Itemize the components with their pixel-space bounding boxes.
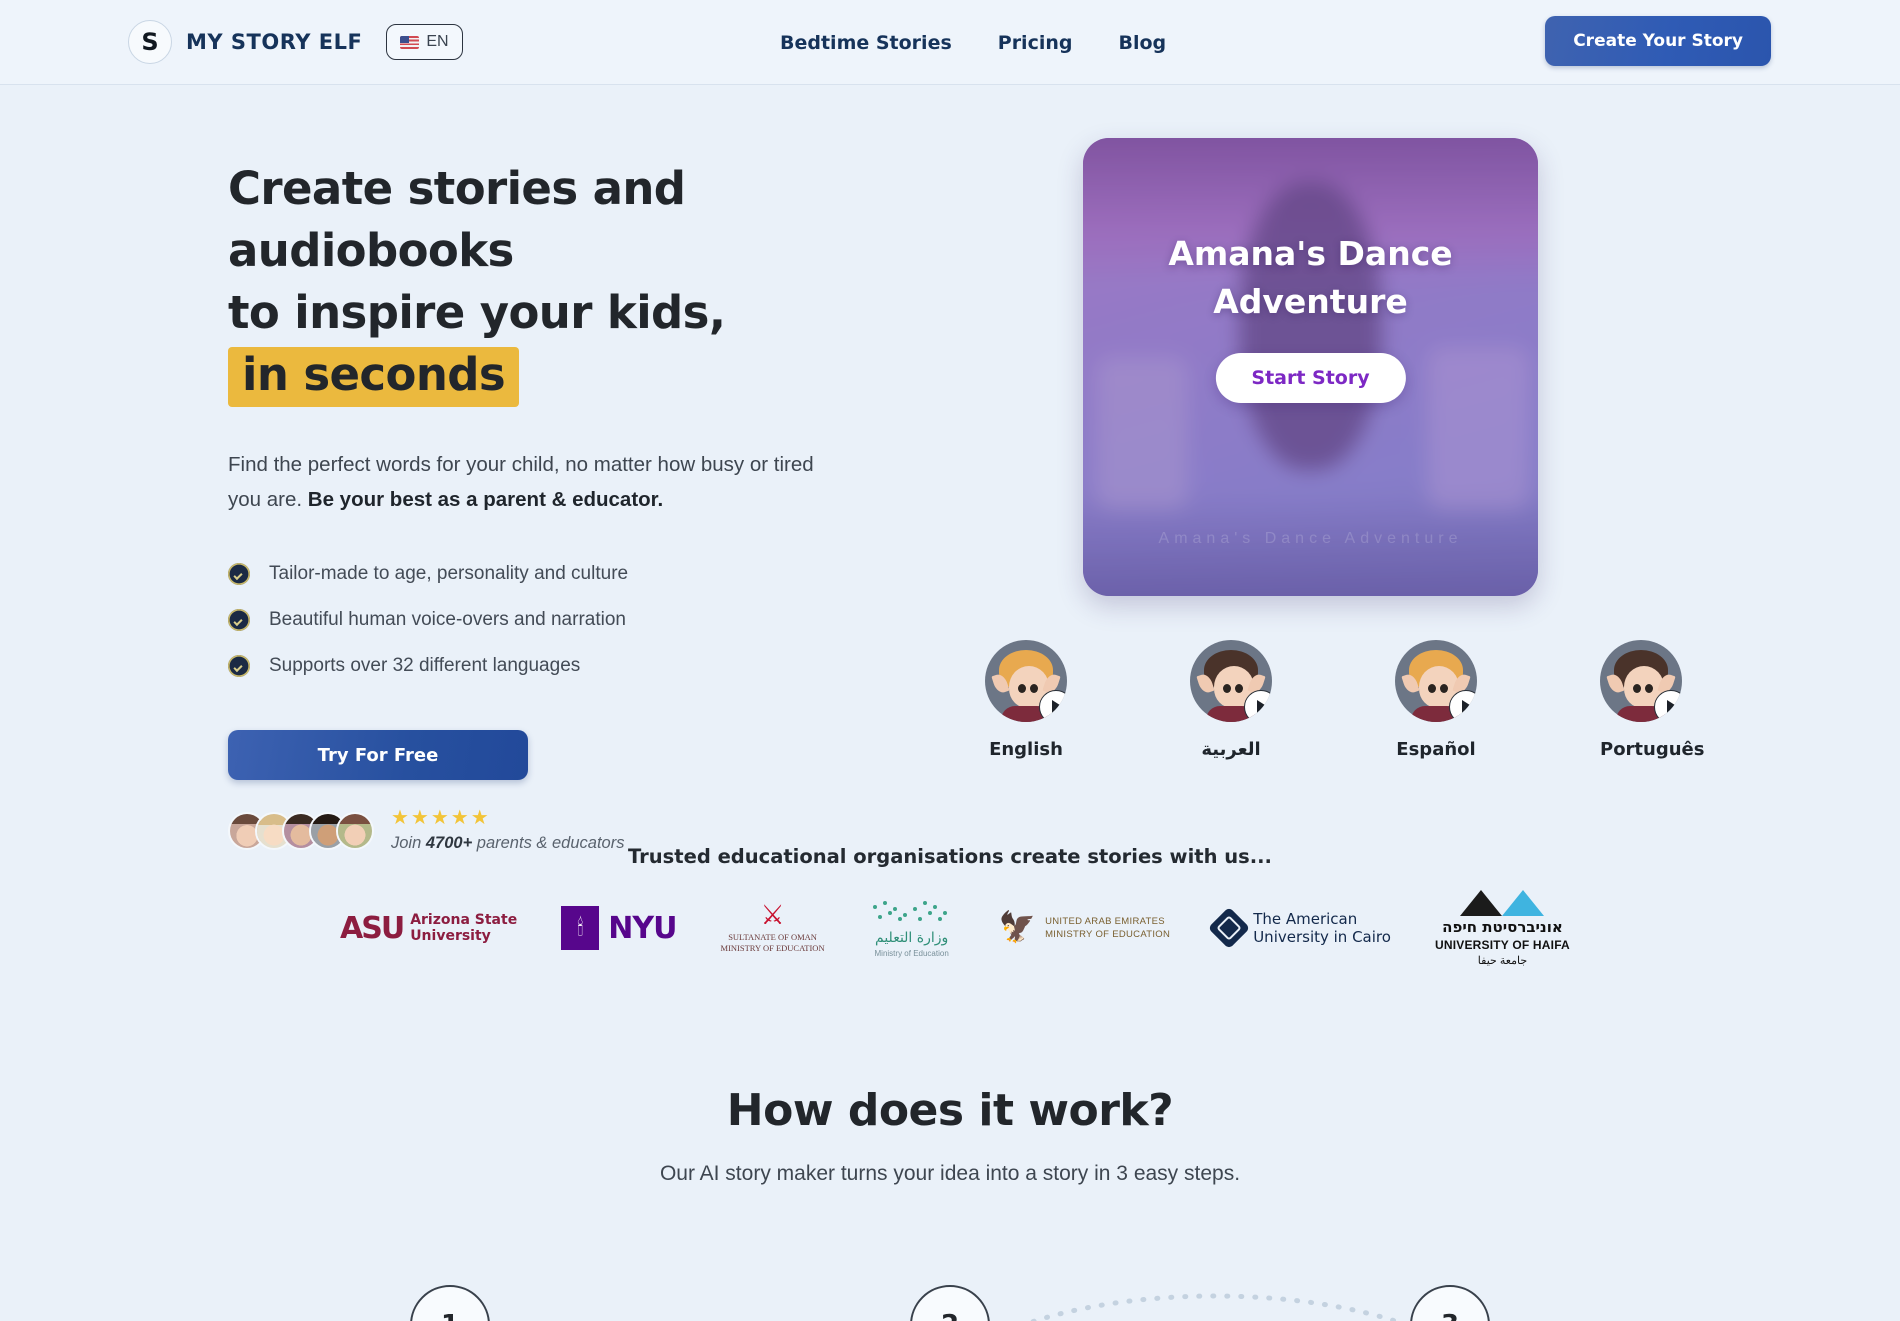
logo-oman-ministry-of-education: ⚔ SULTANATE OF OMAN MINISTRY OF EDUCATIO…: [721, 902, 825, 954]
language-code: EN: [426, 33, 449, 50]
story-ghost-caption: Amana's Dance Adventure: [1158, 530, 1463, 547]
headline-highlight: in seconds: [228, 347, 520, 407]
language-samples: English العربية Español Português: [985, 640, 1705, 760]
haifa-hebrew-label: אוניברסיטת חיפה: [1442, 917, 1563, 936]
oman-line-2: MINISTRY OF EDUCATION: [720, 943, 825, 953]
play-icon[interactable]: [1039, 690, 1067, 722]
ksa-arabic-label: وزارة التعليم: [875, 929, 949, 946]
language-option-english[interactable]: English: [985, 640, 1067, 760]
hero-left: Create stories and audiobooks to inspire…: [228, 158, 918, 853]
language-option-spanish[interactable]: Español: [1395, 640, 1477, 760]
avatar-stack: [228, 811, 374, 850]
trusted-heading: Trusted educational organisations create…: [628, 845, 1272, 868]
language-label: Português: [1600, 739, 1705, 760]
us-flag-icon: [400, 35, 420, 49]
elf-avatar: [985, 640, 1067, 722]
asu-label: Arizona State University: [410, 912, 517, 944]
ksa-dots-icon: [869, 899, 955, 927]
oman-crest-icon: ⚔: [760, 900, 785, 930]
landing-page: S MY STORY ELF EN Bedtime Stories Pricin…: [0, 0, 1900, 1321]
hero-subtitle-bold: Be your best as a parent & educator.: [307, 488, 664, 511]
uae-falcon-icon: 🦅: [998, 911, 1037, 944]
story-title: Amana's Dance Adventure: [1168, 234, 1453, 321]
play-icon[interactable]: [1449, 690, 1477, 722]
nyu-torch-icon: 🕯: [561, 906, 600, 950]
auc-line-2: University in Cairo: [1253, 928, 1391, 946]
nav-blog[interactable]: Blog: [1118, 32, 1166, 54]
how-it-works-steps: 1 2 3: [0, 1285, 1900, 1321]
check-circle-icon: [228, 609, 250, 631]
language-option-portuguese[interactable]: Português: [1600, 640, 1705, 760]
start-story-button[interactable]: Start Story: [1215, 353, 1406, 403]
brand[interactable]: S MY STORY ELF EN: [128, 20, 463, 64]
language-label: English: [989, 739, 1063, 760]
asu-line-1: Arizona State: [410, 912, 518, 928]
create-your-story-button[interactable]: Create Your Story: [1545, 16, 1771, 66]
logo-university-of-haifa: אוניברסיטת חיפה UNIVERSITY OF HAIFA جامع…: [1435, 889, 1570, 967]
step-number-2: 2: [910, 1285, 990, 1321]
how-it-works-subtitle: Our AI story maker turns your idea into …: [659, 1162, 1241, 1185]
feature-label: Tailor-made to age, personality and cult…: [269, 563, 629, 584]
page-title: Create stories and audiobooks to inspire…: [228, 158, 918, 407]
star-rating-icon: ★★★★★: [391, 807, 491, 829]
logo-uae-ministry-of-education: 🦅 UNITED ARAB EMIRATES MINISTRY OF EDUCA…: [999, 913, 1170, 943]
auc-label: The American University in Cairo: [1253, 910, 1391, 946]
avatar: [336, 811, 374, 850]
feature-item: Supports over 32 different languages: [228, 655, 918, 677]
feature-item: Tailor-made to age, personality and cult…: [228, 563, 918, 585]
partner-logos: ASU Arizona State University 🕯 NYU ⚔ SUL…: [340, 888, 1570, 968]
elf-avatar: [1600, 640, 1682, 722]
logo-american-university-in-cairo: The American University in Cairo: [1207, 906, 1391, 950]
featured-story-card[interactable]: Amana's Dance Adventure Start Story Aman…: [1083, 138, 1538, 596]
elf-avatar: [1190, 640, 1272, 722]
uae-label: UNITED ARAB EMIRATES MINISTRY OF EDUCATI…: [1045, 915, 1170, 941]
asu-mark: ASU: [340, 907, 405, 946]
logo-saudi-ministry-of-education: وزارة التعليم Ministry of Education: [869, 899, 955, 958]
main-nav: Bedtime Stories Pricing Blog: [780, 0, 1166, 85]
site-header: S MY STORY ELF EN Bedtime Stories Pricin…: [0, 0, 1900, 85]
asu-line-2: University: [410, 928, 491, 944]
nyu-label: NYU: [608, 910, 677, 946]
try-for-free-button[interactable]: Try For Free: [228, 730, 528, 780]
feature-item: Beautiful human voice-overs and narratio…: [228, 609, 918, 631]
headline-line-2: to inspire your kids,: [228, 286, 726, 339]
feature-label: Supports over 32 different languages: [269, 655, 581, 676]
ksa-english-label: Ministry of Education: [874, 948, 949, 958]
check-circle-icon: [228, 655, 250, 677]
nav-pricing[interactable]: Pricing: [998, 32, 1073, 54]
uae-line-1: UNITED ARAB EMIRATES: [1045, 916, 1165, 927]
play-icon[interactable]: [1654, 690, 1682, 722]
step-number-1: 1: [410, 1285, 490, 1321]
feature-label: Beautiful human voice-overs and narratio…: [269, 609, 626, 630]
haifa-arabic-label: جامعة حيفا: [1477, 954, 1528, 967]
logo-icon: S: [128, 20, 172, 64]
step-number-3: 3: [1410, 1285, 1490, 1321]
logo-nyu: 🕯 NYU: [561, 906, 677, 950]
check-circle-icon: [228, 563, 250, 585]
language-label: العربية: [1201, 739, 1261, 760]
language-selector[interactable]: EN: [386, 24, 463, 60]
haifa-chevron-icon: [1460, 889, 1545, 916]
language-option-arabic[interactable]: العربية: [1190, 640, 1272, 760]
play-icon[interactable]: [1244, 690, 1272, 722]
auc-line-1: The American: [1253, 910, 1358, 928]
logo-arizona-state-university: ASU Arizona State University: [340, 907, 517, 946]
how-it-works-title: How does it work?: [726, 1085, 1174, 1136]
nav-bedtime-stories[interactable]: Bedtime Stories: [780, 32, 952, 54]
oman-line-1: SULTANATE OF OMAN: [728, 932, 817, 942]
language-label: Español: [1396, 739, 1476, 760]
brand-name: MY STORY ELF: [186, 30, 363, 54]
elf-avatar: [1395, 640, 1477, 722]
headline-line-1: Create stories and audiobooks: [228, 162, 686, 277]
haifa-english-label: UNIVERSITY OF HAIFA: [1435, 937, 1570, 952]
hero-subtitle: Find the perfect words for your child, n…: [228, 447, 828, 517]
feature-list: Tailor-made to age, personality and cult…: [228, 563, 918, 677]
uae-line-2: MINISTRY OF EDUCATION: [1045, 929, 1171, 940]
oman-label: SULTANATE OF OMAN MINISTRY OF EDUCATION: [721, 932, 825, 954]
auc-mark-icon: [1207, 906, 1251, 950]
